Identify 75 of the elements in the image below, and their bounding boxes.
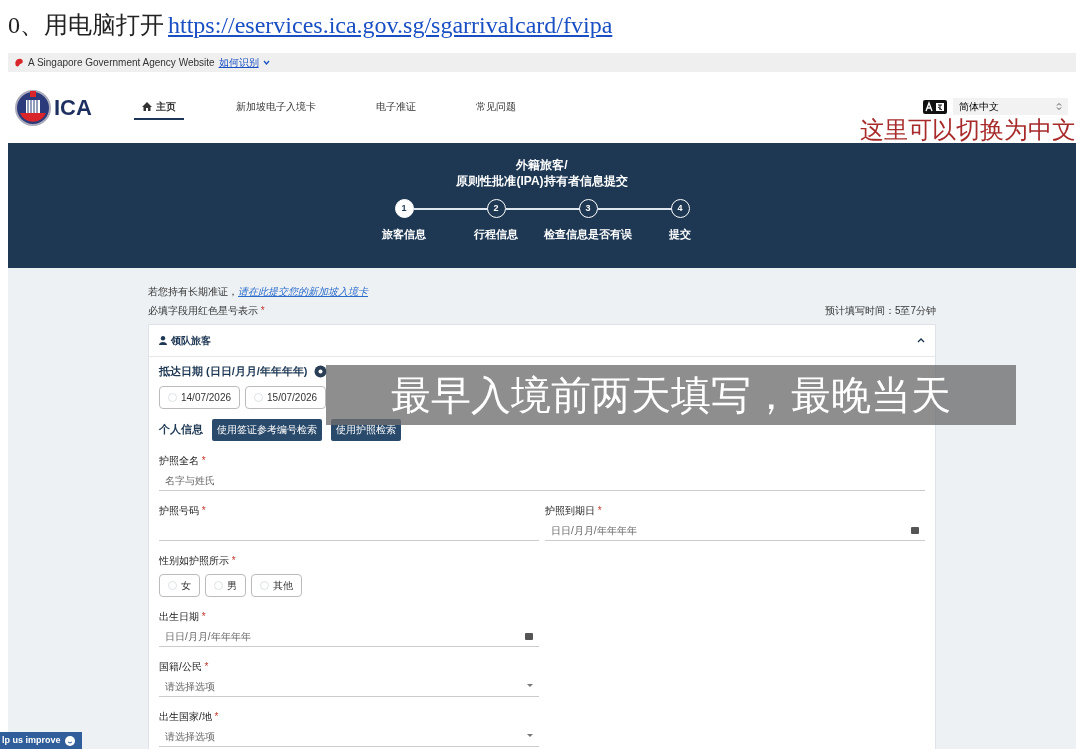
step-circle: 1 <box>394 199 414 218</box>
radio-button[interactable] <box>168 392 177 402</box>
emblem-icon <box>14 88 52 127</box>
date-option[interactable]: 14/07/2026 <box>159 385 241 409</box>
field-label: 性别如护照所示 <box>159 554 229 566</box>
step-circle: 2 <box>486 199 506 218</box>
nav-tab[interactable]: 常见问题 <box>468 95 524 120</box>
translate-icon <box>923 99 947 114</box>
caret-icon <box>527 684 533 689</box>
step-circle: 4 <box>670 199 690 218</box>
step-label: 提交 <box>669 227 691 242</box>
feedback-tab[interactable]: lp us improve <box>0 732 82 749</box>
required-asterisk: * <box>260 305 265 316</box>
required-asterisk: * <box>214 710 219 722</box>
section-header[interactable]: 领队旅客 <box>149 325 935 357</box>
gender-option[interactable]: 其他 <box>251 573 302 597</box>
required-asterisk: * <box>201 454 206 466</box>
field-label: 护照号码 <box>159 504 199 516</box>
smiley-icon <box>64 735 75 746</box>
date-field[interactable]: 日日/月月/年年年年 <box>159 626 539 647</box>
notice-text: 若您持有长期准证， <box>148 286 238 297</box>
required-asterisk: * <box>201 610 206 622</box>
step-label: 检查信息是否有误 <box>544 227 632 242</box>
field-label: 护照全名 <box>159 454 199 466</box>
time-estimate: 预计填写时间：5至7分钟 <box>824 304 936 318</box>
home-icon <box>142 102 152 111</box>
field-label: 护照到期日 <box>545 504 595 516</box>
field-label: 国籍/公民 <box>159 660 202 672</box>
field-label: 出生日期 <box>159 610 199 622</box>
language-select[interactable]: 简体中文 <box>953 98 1068 115</box>
required-asterisk: * <box>597 504 602 516</box>
gov-text: A Singapore Government Agency Website <box>28 56 215 70</box>
personal-info-label: 个人信息 <box>159 422 203 438</box>
radio-button[interactable] <box>168 580 177 590</box>
radio-button[interactable] <box>214 580 223 590</box>
info-icon[interactable] <box>313 364 327 378</box>
required-note: 必填字段用红色星号表示 <box>148 305 258 316</box>
heading-text: 0、用电脑打开 <box>8 11 164 40</box>
required-asterisk: * <box>231 554 236 566</box>
search-button[interactable]: 使用签证参考编号检索 <box>212 418 322 441</box>
date-option[interactable]: 15/07/2026 <box>245 385 327 409</box>
field-label: 出生国家/地 <box>159 710 212 722</box>
chevron-up-icon <box>917 338 925 343</box>
calendar-icon <box>525 632 533 641</box>
nav-tab[interactable]: 新加坡电子入境卡 <box>228 95 324 120</box>
step-label: 旅客信息 <box>382 227 426 242</box>
updown-icon <box>1056 102 1062 111</box>
section-title: 领队旅客 <box>171 334 211 348</box>
url-link[interactable]: https://eservices.ica.gov.sg/sgarrivalcard/fvipa <box>168 7 613 43</box>
step-label: 行程信息 <box>474 227 518 242</box>
gender-option[interactable]: 男 <box>205 573 246 597</box>
notice-link[interactable]: 请在此提交您的新加坡入境卡 <box>238 286 368 297</box>
select-field[interactable]: 请选择选项 <box>159 726 539 747</box>
banner-title: 原则性批准(IPA)持有者信息提交 <box>455 173 629 189</box>
chevron-down-icon <box>262 60 270 65</box>
date-field[interactable]: 日日/月月/年年年年 <box>545 520 925 541</box>
arrival-label: 抵达日期 (日日/月月/年年年年) <box>159 364 308 379</box>
step-circle: 3 <box>578 199 598 218</box>
identify-link[interactable]: 如何识别 <box>218 55 259 70</box>
person-icon <box>159 336 167 345</box>
annotation-text: 这里可以切换为中文 <box>860 118 1076 142</box>
text-field[interactable]: 名字与姓氏 <box>159 470 925 491</box>
logo-text: ICA <box>54 94 92 122</box>
nav-tab[interactable]: 主页 <box>134 95 184 120</box>
caret-icon <box>527 734 533 739</box>
select-field[interactable]: 请选择选项 <box>159 676 539 697</box>
caption-overlay: 最早入境前两天填写，最晚当天 <box>326 365 1016 425</box>
required-asterisk: * <box>204 660 209 672</box>
radio-button[interactable] <box>254 392 264 402</box>
gender-option[interactable]: 女 <box>159 573 200 597</box>
required-asterisk: * <box>201 504 206 516</box>
calendar-icon <box>911 526 919 535</box>
nav-tab[interactable]: 电子准证 <box>368 95 424 120</box>
radio-button[interactable] <box>260 580 269 590</box>
banner-title: 外籍旅客/ <box>515 157 569 173</box>
